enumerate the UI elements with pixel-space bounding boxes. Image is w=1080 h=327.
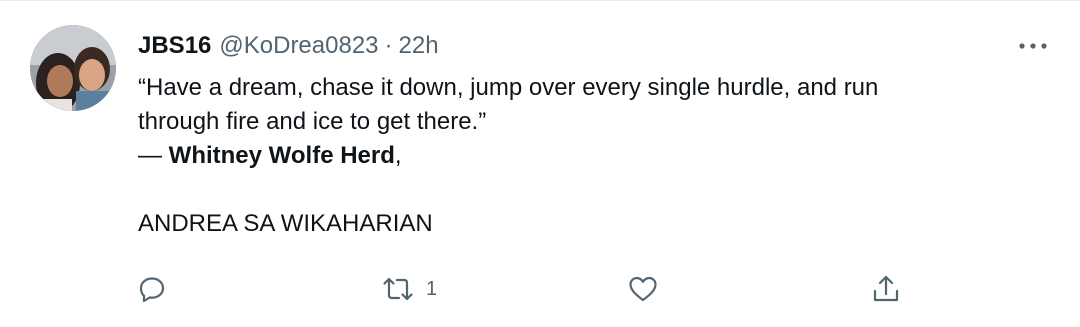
heart-icon [629,276,657,302]
reply-bubble-icon [139,277,165,303]
quote-line-2: through fire and ice to get there.” [138,108,487,135]
retweet-count: 1 [426,277,438,300]
reply-button[interactable] [138,271,166,307]
tweet-text: “Have a dream, chase it down, jump over … [138,71,1038,241]
more-dots-icon [1019,43,1047,49]
separator-dot: · [384,32,393,59]
quote-attribution: — Whitney Wolfe Herd, [138,139,1038,173]
tweet-header: JBS16 @KoDrea0823 · 22h [138,31,439,61]
retweet-button[interactable]: 1 [382,271,437,307]
avatar-photo [30,25,116,111]
like-button[interactable] [628,271,658,307]
user-handle[interactable]: @KoDrea0823 [219,32,378,60]
attribution-dash: — [138,142,169,169]
attribution-suffix: , [394,142,402,169]
avatar[interactable] [30,25,116,111]
display-name[interactable]: JBS16 [138,32,211,60]
closing-line: ANDREA SA WIKAHARIAN [138,210,433,237]
tweet-timestamp[interactable]: 22h [399,32,439,60]
retweet-icon [383,277,413,301]
more-options-button[interactable] [1016,33,1050,59]
tweet[interactable]: JBS16 @KoDrea0823 · 22h “Have a dream, c… [0,0,1080,327]
attribution-name: Whitney Wolfe Herd [168,142,395,169]
share-upload-icon [873,275,899,302]
tweet-actions: 1 [138,271,918,307]
quote-line-1: “Have a dream, chase it down, jump over … [138,74,879,101]
share-button[interactable] [872,271,900,307]
